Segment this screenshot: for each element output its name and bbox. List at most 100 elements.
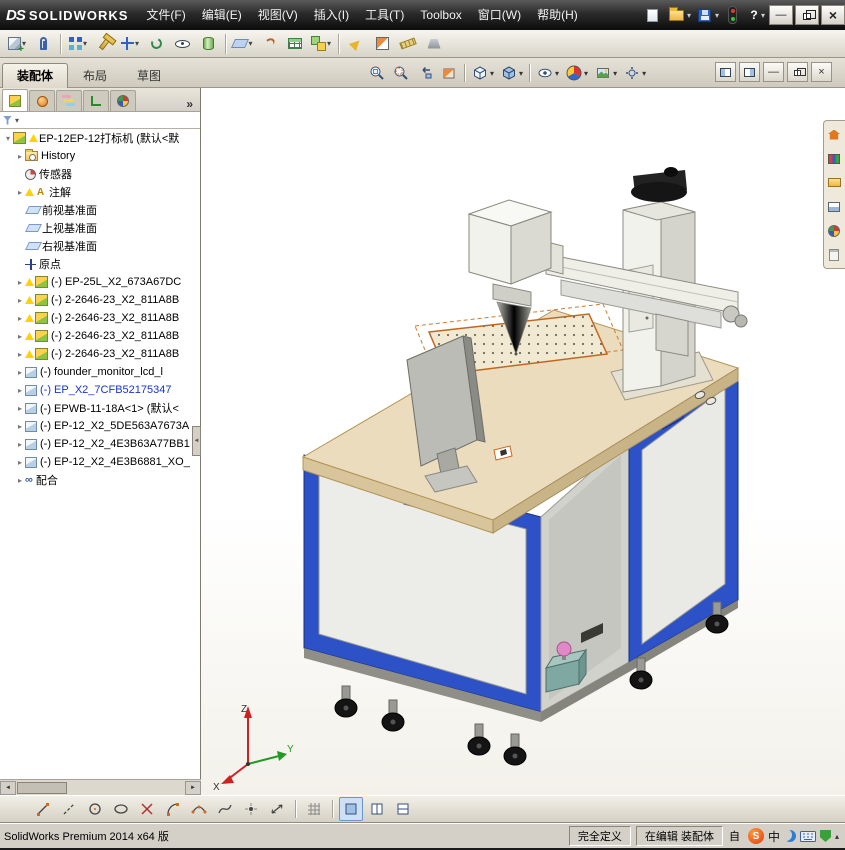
design-library-button[interactable] [824, 148, 844, 169]
point-button[interactable] [239, 797, 263, 821]
configurationmanager-tab[interactable] [56, 90, 82, 111]
new-document-button[interactable] [642, 4, 664, 26]
centerline-button[interactable] [57, 797, 81, 821]
tree-item-component-ep12-3[interactable]: ▸ (-) EP-12_X2_4E3B6881_XO_ [0, 453, 200, 471]
exploded-view-button[interactable]: ▾ [309, 32, 333, 56]
dimxpertmanager-tab[interactable] [83, 90, 109, 111]
tree-item-component-ep12-2[interactable]: ▸ (-) EP-12_X2_4E3B63A77BB1 [0, 435, 200, 453]
section-view-hud-button[interactable] [437, 61, 461, 85]
expander-icon[interactable]: ▸ [15, 386, 25, 395]
curves-button[interactable] [257, 32, 281, 56]
dropdown-arrow[interactable]: ▾ [584, 69, 588, 78]
ellipse-button[interactable] [109, 797, 133, 821]
options-button[interactable] [722, 4, 744, 26]
bill-of-materials-button[interactable] [283, 32, 307, 56]
menu-view[interactable]: 视图(V) [250, 0, 306, 30]
expander-icon[interactable]: ▸ [15, 278, 25, 287]
file-explorer-button[interactable] [824, 172, 844, 193]
doc-restore-button[interactable] [787, 62, 808, 82]
tangent-arc-button[interactable] [161, 797, 185, 821]
open-dropdown-arrow[interactable]: ▾ [687, 11, 691, 20]
mate-button[interactable] [31, 32, 55, 56]
tree-item-origin[interactable]: 原点 [0, 255, 200, 273]
tree-item-component-monitor[interactable]: ▸ (-) founder_monitor_lcd_l [0, 363, 200, 381]
help-dropdown-arrow[interactable]: ▾ [761, 11, 765, 20]
custom-properties-button[interactable] [824, 244, 844, 265]
viewport-two-vertical-button[interactable] [391, 797, 415, 821]
moon-icon[interactable] [784, 830, 796, 842]
expander-icon[interactable]: ▸ [15, 188, 25, 197]
expander-icon[interactable]: ▸ [15, 476, 25, 485]
tree-item-component-2646-3[interactable]: ▸ (-) 2-2646-23_X2_811A8B [0, 327, 200, 345]
linear-component-pattern-button[interactable]: ▾ [66, 32, 90, 56]
expander-icon[interactable]: ▸ [15, 422, 25, 431]
assembly-model[interactable]: Z Y X [201, 88, 845, 795]
viewport-single-button[interactable] [339, 797, 363, 821]
spline-button[interactable] [213, 797, 237, 821]
save-dropdown-arrow[interactable]: ▾ [715, 11, 719, 20]
dropdown-arrow[interactable]: ▾ [490, 69, 494, 78]
trim-entities-button[interactable] [135, 797, 159, 821]
expander-icon[interactable]: ▸ [15, 314, 25, 323]
dropdown-arrow[interactable]: ▾ [642, 69, 646, 78]
restore-window-button[interactable] [795, 5, 819, 25]
dock-right-button[interactable] [739, 62, 760, 82]
displaymanager-tab[interactable] [110, 90, 136, 111]
tab-sketch[interactable]: 草图 [122, 63, 176, 88]
grid-snap-button[interactable] [302, 797, 326, 821]
hide-show-items-button[interactable] [533, 61, 557, 85]
viewport-two-horizontal-button[interactable] [365, 797, 389, 821]
menu-insert[interactable]: 插入(I) [306, 0, 357, 30]
circle-button[interactable] [83, 797, 107, 821]
assembly-features-button[interactable] [196, 32, 220, 56]
tree-item-front-plane[interactable]: 前视基准面 [0, 201, 200, 219]
expander-icon[interactable]: ▸ [15, 350, 25, 359]
scrollbar-thumb[interactable] [17, 781, 67, 794]
menu-edit[interactable]: 编辑(E) [194, 0, 250, 30]
tree-item-sensors[interactable]: 传感器 [0, 165, 200, 183]
save-button[interactable] [694, 4, 716, 26]
tree-item-component-ep12-1[interactable]: ▸ (-) EP-12_X2_5DE563A7673A [0, 417, 200, 435]
expander-icon[interactable]: ▸ [15, 296, 25, 305]
tree-item-top-plane[interactable]: 上视基准面 [0, 219, 200, 237]
view-settings-button[interactable] [620, 61, 644, 85]
expander-icon[interactable]: ▸ [15, 332, 25, 341]
tree-item-component-ep25l[interactable]: ▸ (-) EP-25L_X2_673A67DC [0, 273, 200, 291]
dropdown-arrow[interactable]: ▾ [555, 69, 559, 78]
reference-geometry-button[interactable]: ▾ [231, 32, 255, 56]
tree-item-component-2646-1[interactable]: ▸ (-) 2-2646-23_X2_811A8B [0, 291, 200, 309]
tree-item-component-epwb[interactable]: ▸ (-) EPWB-11-18A<1> (默认< [0, 399, 200, 417]
sogou-input-icon[interactable]: S [747, 828, 764, 844]
expander-icon[interactable]: ▸ [15, 458, 25, 467]
tree-item-history[interactable]: ▸ History [0, 147, 200, 165]
tree-item-component-2646-2[interactable]: ▸ (-) 2-2646-23_X2_811A8B [0, 309, 200, 327]
menu-help[interactable]: 帮助(H) [529, 0, 586, 30]
section-view-button[interactable] [370, 32, 394, 56]
menu-toolbox[interactable]: Toolbox [412, 0, 469, 30]
smart-fasteners-button[interactable] [92, 32, 116, 56]
tree-item-component-2646-4[interactable]: ▸ (-) 2-2646-23_X2_811A8B [0, 345, 200, 363]
expander-icon[interactable]: ▾ [3, 134, 13, 143]
expander-icon[interactable]: ▸ [15, 440, 25, 449]
move-component-button[interactable]: ▾ [118, 32, 142, 56]
tab-layout[interactable]: 布局 [68, 63, 122, 88]
keyboard-icon[interactable] [799, 830, 816, 842]
expander-icon[interactable]: ▸ [15, 404, 25, 413]
panel-splitter-handle[interactable]: ◄ [192, 426, 201, 456]
menu-tools[interactable]: 工具(T) [357, 0, 412, 30]
menu-file[interactable]: 文件(F) [138, 0, 193, 30]
panel-overflow-chevron[interactable]: » [181, 97, 198, 111]
graphics-area[interactable]: Z Y X [201, 88, 845, 795]
edit-appearance-button[interactable] [562, 61, 586, 85]
menu-window[interactable]: 窗口(W) [470, 0, 529, 30]
apply-scene-button[interactable] [591, 61, 615, 85]
scroll-left-button[interactable]: ◄ [0, 780, 16, 795]
dock-left-button[interactable] [715, 62, 736, 82]
doc-minimize-button[interactable]: — [763, 62, 784, 82]
close-window-button[interactable]: × [821, 5, 845, 25]
solidworks-resources-button[interactable] [824, 124, 844, 145]
tray-expand-arrow[interactable]: ▴ [835, 832, 839, 841]
tree-filter-bar[interactable]: ▾ [0, 112, 200, 129]
smart-dimension-button[interactable] [265, 797, 289, 821]
display-style-button[interactable] [497, 61, 521, 85]
